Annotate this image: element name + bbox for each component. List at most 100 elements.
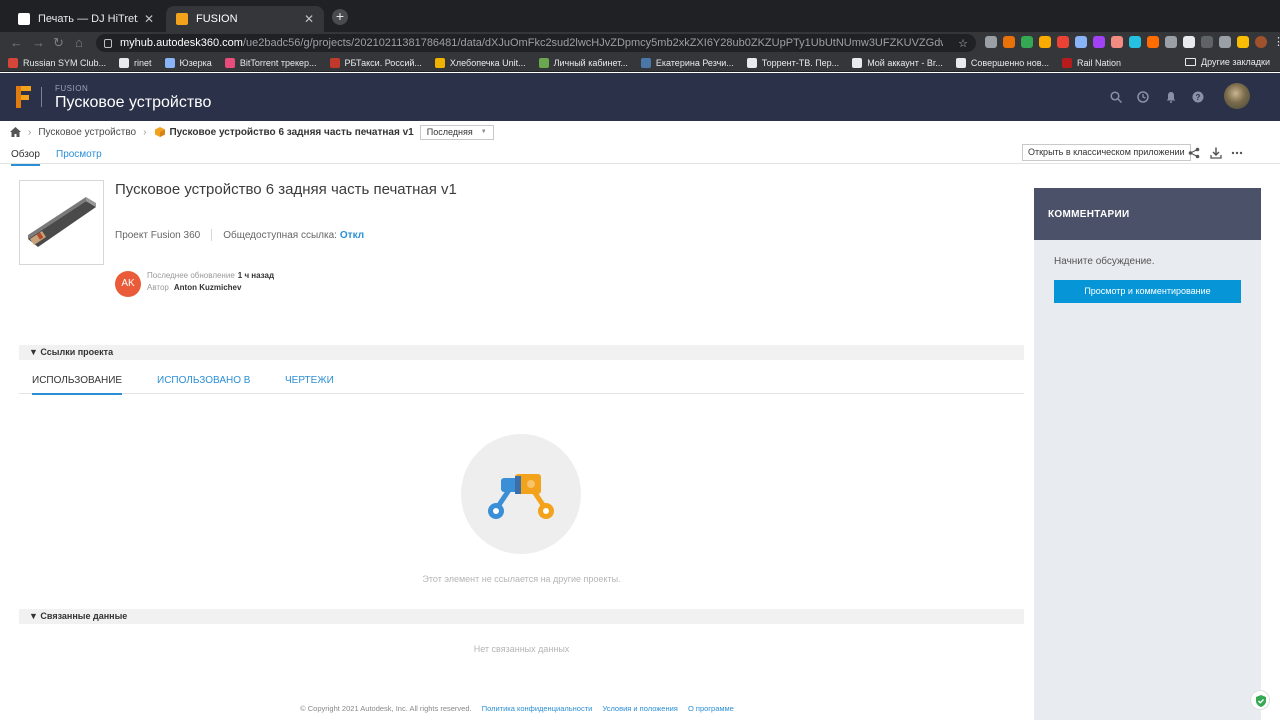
close-tab-icon[interactable]: ✕ <box>304 12 314 26</box>
search-icon[interactable] <box>1110 91 1122 103</box>
forward-icon[interactable]: → <box>32 35 45 50</box>
tab-overview[interactable]: Обзор <box>11 149 40 166</box>
bookmark-item[interactable]: Торрент-ТВ. Пер... <box>746 57 840 68</box>
extension-icon[interactable] <box>1021 36 1033 48</box>
bookmark-label: РБТакси. Россий... <box>344 57 422 68</box>
tab-drawings[interactable]: ЧЕРТЕЖИ <box>285 375 334 386</box>
brand-label: FUSION <box>55 84 89 93</box>
version-select[interactable]: Последняя ▼ <box>419 124 494 140</box>
project-references-header[interactable]: ▼ Ссылки проекта <box>19 345 1024 360</box>
download-icon[interactable] <box>1210 147 1222 159</box>
bookmark-label: Russian SYM Club... <box>23 57 107 68</box>
shield-check-icon <box>1256 695 1266 707</box>
extension-icon[interactable] <box>1147 36 1159 48</box>
extension-icon[interactable] <box>1129 36 1141 48</box>
project-type: Проект Fusion 360 <box>115 229 201 241</box>
menu-dots-icon[interactable]: ⋮ <box>1273 36 1280 48</box>
extension-icon[interactable] <box>1201 36 1213 48</box>
extension-icon[interactable] <box>1039 36 1051 48</box>
bookmark-item[interactable]: Мой аккаунт - Br... <box>852 57 943 68</box>
empty-state-illustration <box>461 434 581 554</box>
share-icon[interactable] <box>1188 147 1200 159</box>
author-name: Anton Kuzmichev <box>173 283 242 292</box>
bookmark-item[interactable]: Хлебопечка Unit... <box>434 57 526 68</box>
more-options-icon[interactable] <box>1231 147 1243 159</box>
view-and-comment-button[interactable]: Просмотр и комментирование <box>1054 280 1241 303</box>
hub-name[interactable]: Пусковое устройство <box>55 94 211 112</box>
references-empty-message: Этот элемент не ссылается на другие прое… <box>422 574 621 584</box>
fusion-logo-icon <box>16 86 31 108</box>
address-bar[interactable]: myhub.autodesk360.com /ue2badc56/g/proje… <box>96 34 976 52</box>
bookmarks-bar: Russian SYM Club... rinet Юзерка BitTorrent… <box>0 54 1280 72</box>
extension-icon[interactable] <box>1183 36 1195 48</box>
extension-icon[interactable] <box>1237 36 1249 48</box>
bookmark-item[interactable]: Личный кабинет... <box>538 57 628 68</box>
bookmark-item[interactable]: Rail Nation <box>1062 57 1121 68</box>
profile-avatar-icon[interactable] <box>1255 36 1267 48</box>
fusion-favicon-icon <box>176 13 188 25</box>
bookmark-favicon-icon <box>119 57 130 68</box>
open-classic-app-button[interactable]: Открыть в классическом приложении <box>1022 144 1191 161</box>
user-avatar[interactable] <box>1224 83 1250 109</box>
clock-icon[interactable] <box>1137 91 1149 103</box>
related-data-header[interactable]: ▼ Связанные данные <box>19 609 1024 624</box>
extension-icon[interactable] <box>1057 36 1069 48</box>
last-update: Последнее обновление 1 ч назад <box>147 271 274 280</box>
breadcrumb-project[interactable]: Пусковое устройство <box>38 127 136 138</box>
terms-link[interactable]: Условия и положения <box>602 704 677 713</box>
breadcrumb: › Пусковое устройство › Пусковое устройс… <box>10 124 494 140</box>
extension-icon[interactable] <box>1003 36 1015 48</box>
new-tab-button[interactable]: + <box>332 9 348 25</box>
play-icon <box>18 13 30 25</box>
home-icon[interactable] <box>10 127 21 137</box>
bookmark-star-icon[interactable]: ☆ <box>958 37 968 50</box>
bookmark-favicon-icon <box>329 57 340 68</box>
bell-icon[interactable] <box>1165 91 1177 103</box>
bookmark-item[interactable]: Екатерина Резчи... <box>640 57 734 68</box>
about-link[interactable]: О программе <box>688 704 734 713</box>
bookmark-label: Мой аккаунт - Br... <box>867 57 943 68</box>
browser-tab-fusion[interactable]: FUSION ✕ <box>166 6 324 32</box>
version-select-value: Последняя <box>426 127 473 137</box>
bookmark-favicon-icon <box>640 57 651 68</box>
help-icon[interactable]: ? <box>1192 91 1204 103</box>
comments-title: КОММЕНТАРИИ <box>1034 188 1261 240</box>
extension-icon[interactable] <box>1075 36 1087 48</box>
other-bookmarks[interactable]: Другие закладки <box>1185 57 1270 67</box>
home-icon[interactable]: ⌂ <box>75 35 83 50</box>
bookmark-item[interactable]: Совершенно нов... <box>955 57 1049 68</box>
tab-preview[interactable]: Просмотр <box>56 149 102 160</box>
extension-icon[interactable] <box>985 36 997 48</box>
close-tab-icon[interactable]: ✕ <box>144 12 154 26</box>
bookmark-favicon-icon <box>8 57 18 68</box>
back-icon[interactable]: ← <box>10 35 23 50</box>
bookmark-item[interactable]: Юзерка <box>164 57 212 68</box>
footer: © Copyright 2021 Autodesk, Inc. All righ… <box>0 704 1034 713</box>
browser-tab-music[interactable]: Печать — DJ HiTretz ✕ <box>8 6 164 32</box>
chevron-down-icon: ▼ <box>480 129 487 135</box>
bookmark-item[interactable]: РБТакси. Россий... <box>329 57 422 68</box>
bookmark-item[interactable]: rinet <box>119 57 152 68</box>
bookmark-label: Торрент-ТВ. Пер... <box>761 57 840 68</box>
app-header: FUSION Пусковое устройство ? <box>0 73 1280 121</box>
extension-icon[interactable] <box>1093 36 1105 48</box>
browser-tab-title: Печать — DJ HiTretz <box>38 13 138 25</box>
related-data-empty-message: Нет связанных данных <box>473 644 570 654</box>
reload-icon[interactable]: ↻ <box>53 35 64 51</box>
chevron-right-icon: › <box>143 126 147 138</box>
security-shield-icon[interactable] <box>1250 690 1270 710</box>
bookmark-item[interactable]: Russian SYM Club... <box>8 57 107 68</box>
design-cube-icon <box>155 127 166 137</box>
extension-icon[interactable] <box>1111 36 1123 48</box>
author-label: Автор <box>147 283 169 292</box>
extension-icon[interactable] <box>1219 36 1231 48</box>
tab-uses[interactable]: ИСПОЛЬЗОВАНИЕ <box>32 375 123 395</box>
document-meta: Проект Fusion 360 Общедоступная ссылка: … <box>115 229 364 241</box>
design-thumbnail[interactable] <box>19 180 104 265</box>
extension-icon[interactable] <box>1165 36 1177 48</box>
extension-icons: ⋮ <box>985 36 1280 48</box>
bookmark-item[interactable]: BitTorrent трекер... <box>224 57 317 68</box>
privacy-link[interactable]: Политика конфиденциальности <box>482 704 593 713</box>
tab-used-in[interactable]: ИСПОЛЬЗОВАНО В <box>157 375 250 386</box>
public-link-toggle[interactable]: Откл <box>340 230 364 241</box>
